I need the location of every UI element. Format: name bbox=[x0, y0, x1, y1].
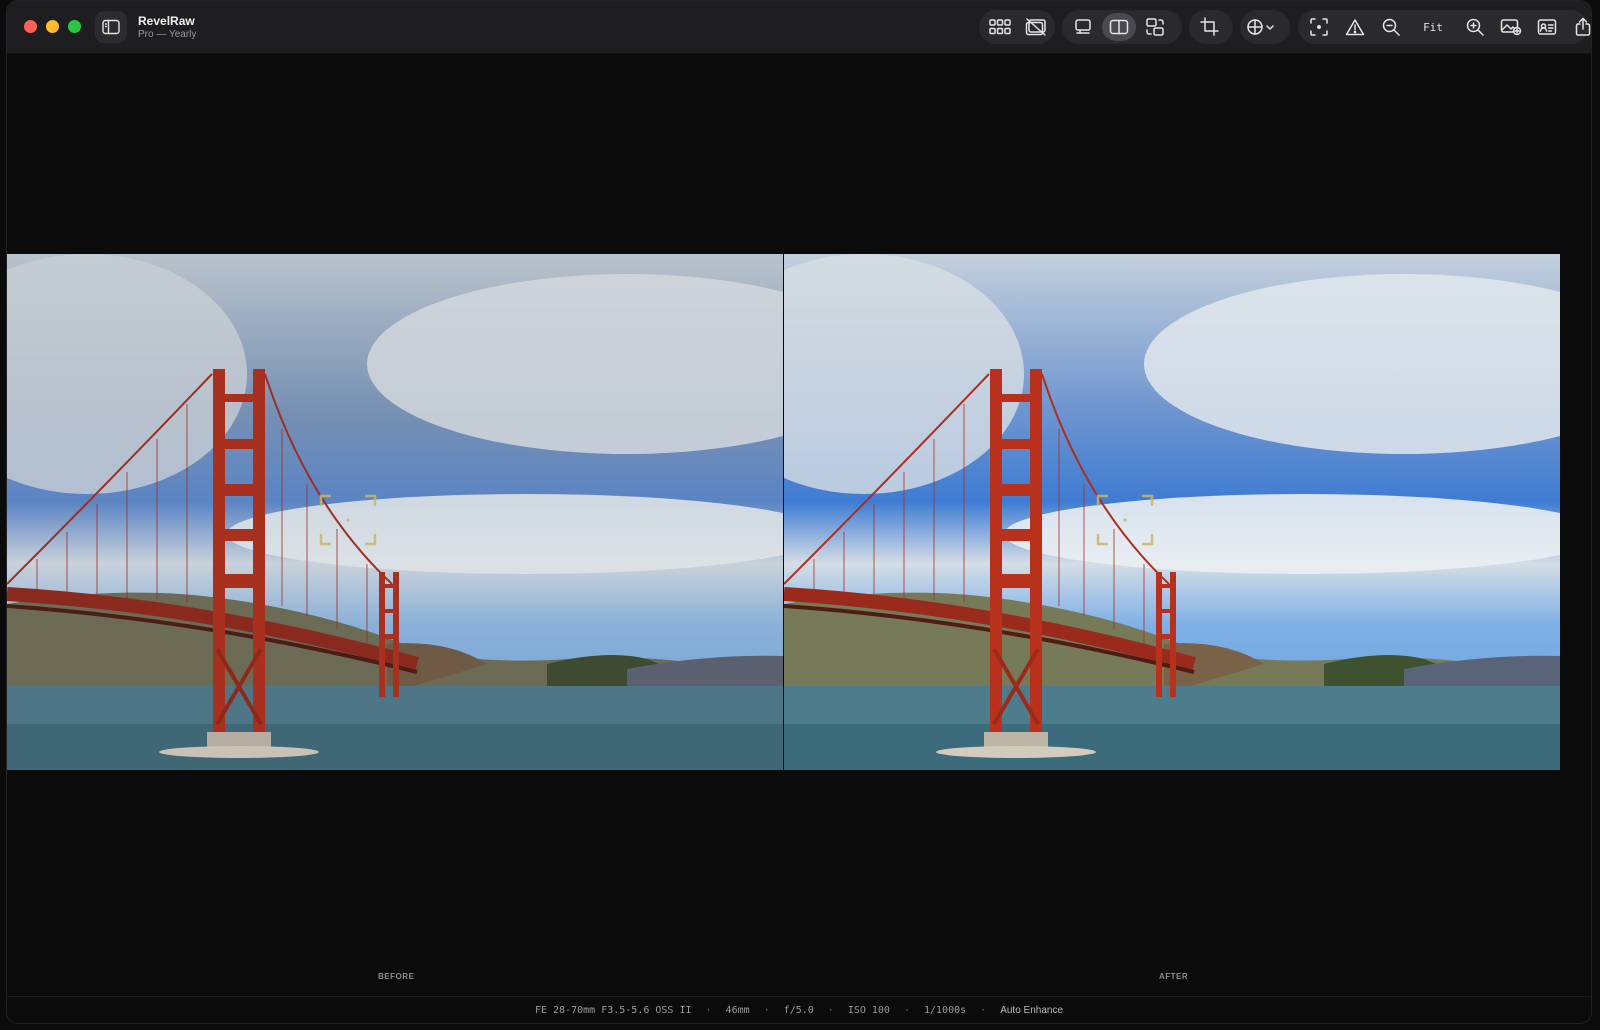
overlay-menu-button[interactable] bbox=[1244, 13, 1278, 41]
grid-view-button[interactable] bbox=[983, 13, 1017, 41]
grid-view-icon bbox=[989, 19, 1011, 35]
toolbar-group-compare bbox=[1062, 10, 1182, 44]
zoom-in-button[interactable] bbox=[1458, 13, 1492, 41]
toolbar-group-library bbox=[979, 10, 1055, 44]
crop-button[interactable] bbox=[1193, 13, 1227, 41]
app-window: RevelRaw Pro — Yearly Fit BEFORE AFTER F… bbox=[6, 0, 1592, 1024]
sidebar-icon bbox=[102, 19, 120, 35]
info-card-icon bbox=[1537, 19, 1557, 35]
single-view-button[interactable] bbox=[1066, 13, 1100, 41]
hide-photos-icon bbox=[1025, 18, 1046, 36]
overlay-menu-icon bbox=[1247, 19, 1274, 35]
share-button[interactable] bbox=[1566, 13, 1591, 41]
separator: · bbox=[827, 1004, 834, 1016]
separator: · bbox=[763, 1004, 770, 1016]
fit-zoom-button[interactable]: Fit bbox=[1410, 13, 1456, 41]
split-view-button[interactable] bbox=[1102, 13, 1136, 41]
toolbar-group-crop bbox=[1189, 10, 1233, 44]
swap-view-icon bbox=[1146, 18, 1164, 36]
close-window-button[interactable] bbox=[24, 20, 37, 33]
separator: · bbox=[705, 1004, 712, 1016]
minimize-window-button[interactable] bbox=[46, 20, 59, 33]
crop-icon bbox=[1200, 17, 1219, 36]
focal-length: 46mm bbox=[725, 1004, 750, 1016]
bridge-scene bbox=[784, 254, 1560, 770]
subscription-plan: Pro — Yearly bbox=[138, 29, 197, 40]
share-icon bbox=[1575, 17, 1591, 36]
before-label: BEFORE bbox=[378, 972, 415, 981]
add-photo-button[interactable] bbox=[1494, 13, 1528, 41]
before-photo[interactable] bbox=[7, 254, 783, 770]
app-name: RevelRaw bbox=[138, 14, 195, 28]
shutter-speed: 1/1000s bbox=[924, 1004, 967, 1016]
aperture: f/5.0 bbox=[783, 1004, 814, 1016]
iso: ISO 100 bbox=[847, 1004, 890, 1016]
zoom-window-button[interactable] bbox=[68, 20, 81, 33]
add-photo-icon bbox=[1500, 19, 1522, 36]
sidebar-toggle-button[interactable] bbox=[95, 11, 127, 43]
single-view-icon bbox=[1075, 19, 1091, 34]
clipping-warning-icon bbox=[1345, 19, 1365, 36]
separator: · bbox=[980, 1004, 987, 1016]
split-view-icon bbox=[1109, 19, 1129, 35]
fit-zoom-label: Fit bbox=[1423, 20, 1443, 34]
hide-photos-button[interactable] bbox=[1019, 13, 1053, 41]
compare-viewer[interactable]: BEFORE AFTER FE 28-70mm F3.5-5.6 OSS II … bbox=[7, 54, 1591, 1023]
window-controls bbox=[24, 20, 81, 33]
focus-point-button[interactable] bbox=[1302, 13, 1336, 41]
app-title: RevelRaw Pro — Yearly bbox=[138, 14, 196, 41]
title-bar: RevelRaw Pro — Yearly Fit bbox=[7, 1, 1591, 54]
toolbar-group-tools: Fit bbox=[1298, 10, 1591, 44]
after-photo[interactable] bbox=[784, 254, 1560, 770]
zoom-out-icon bbox=[1382, 18, 1400, 36]
lens-info: FE 28-70mm F3.5-5.6 OSS II bbox=[534, 1004, 692, 1016]
bridge-scene bbox=[7, 254, 783, 770]
clipping-warning-button[interactable] bbox=[1338, 13, 1372, 41]
swap-view-button[interactable] bbox=[1138, 13, 1172, 41]
toolbar-group-overlay bbox=[1240, 10, 1290, 44]
zoom-out-button[interactable] bbox=[1374, 13, 1408, 41]
after-label: AFTER bbox=[1159, 972, 1189, 981]
focus-point-icon bbox=[1310, 18, 1328, 36]
exif-status-bar: FE 28-70mm F3.5-5.6 OSS II · 46mm · f/5.… bbox=[7, 996, 1591, 1023]
zoom-in-icon bbox=[1466, 18, 1484, 36]
info-card-button[interactable] bbox=[1530, 13, 1564, 41]
separator: · bbox=[903, 1004, 910, 1016]
enhance-mode: Auto Enhance bbox=[1000, 1004, 1064, 1016]
